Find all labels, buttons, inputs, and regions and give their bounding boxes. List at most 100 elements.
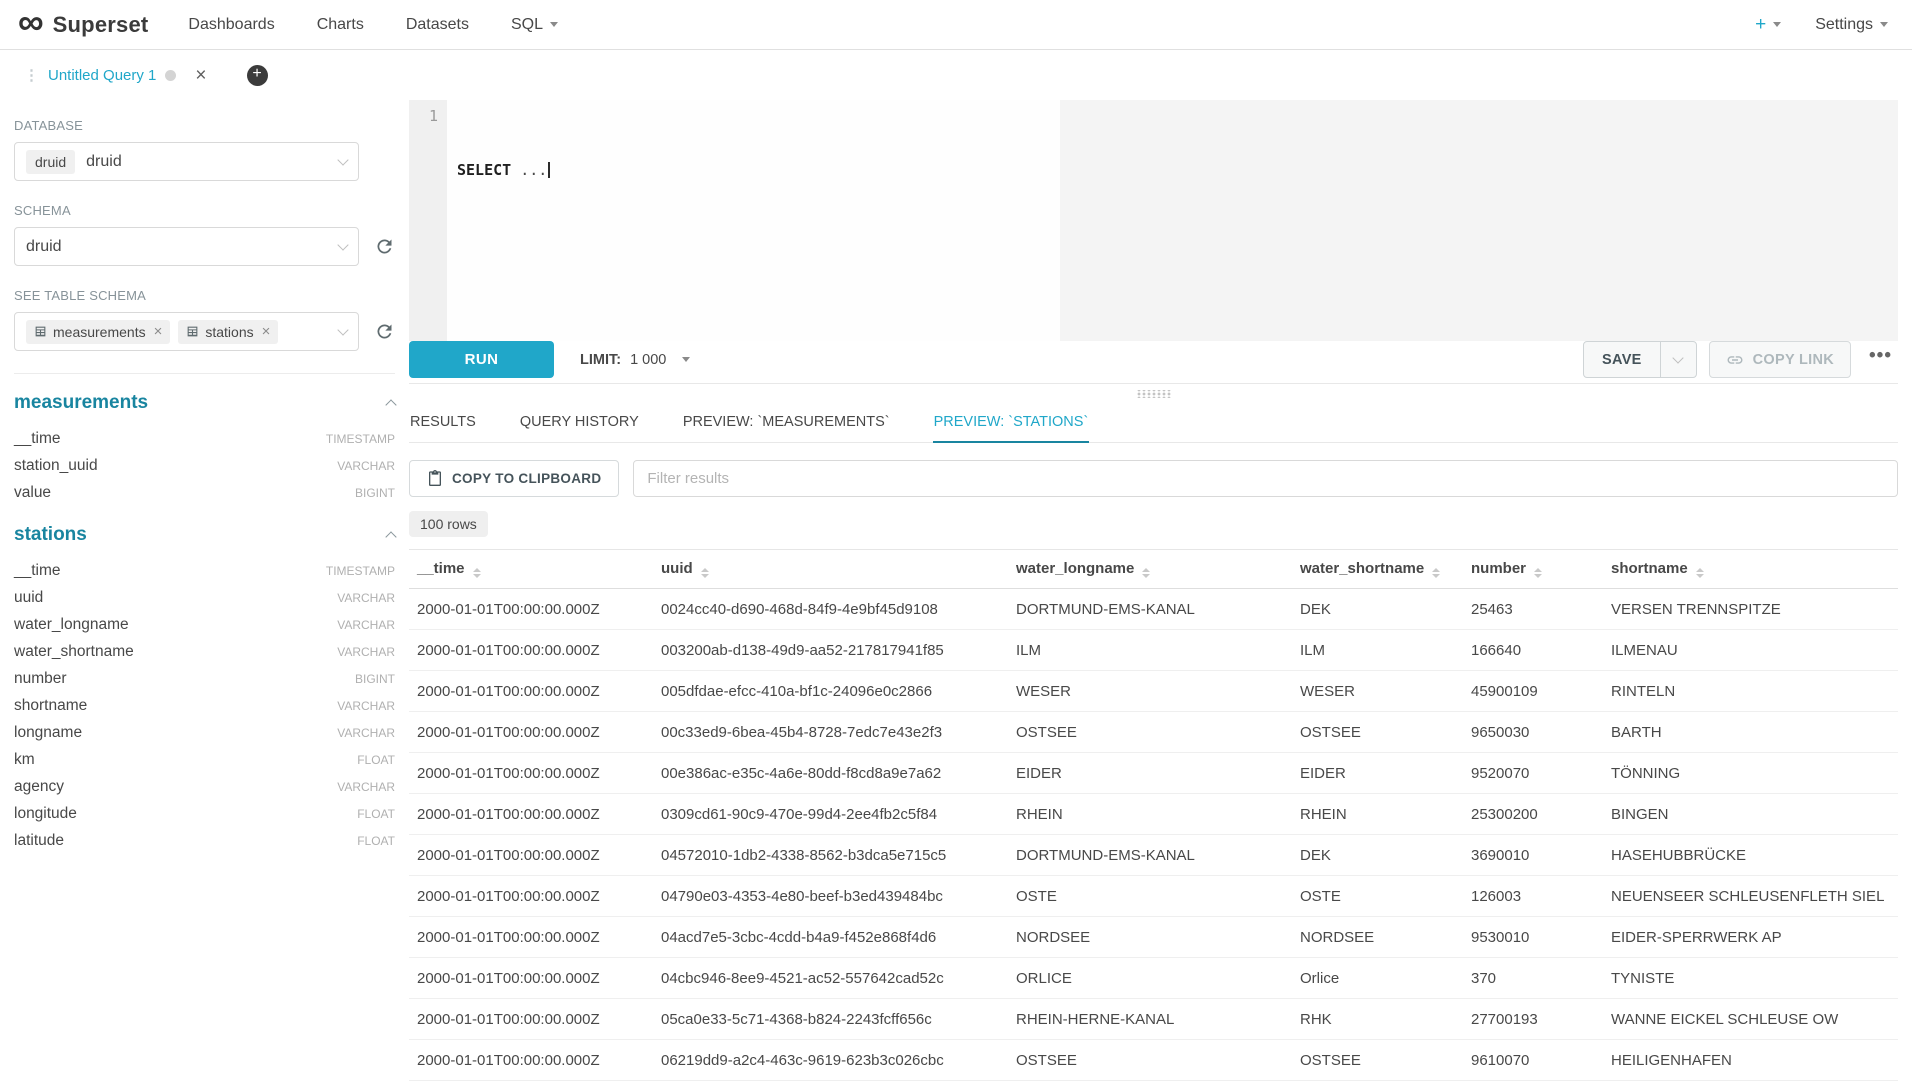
column-name: agency: [14, 778, 64, 796]
superset-brand[interactable]: ∞ Superset: [18, 12, 148, 38]
nav-item-sql[interactable]: SQL: [511, 16, 558, 34]
column-header-number[interactable]: number: [1463, 549, 1603, 589]
sort-icon[interactable]: [701, 568, 709, 579]
table-select-tags: measurements×stations×: [26, 320, 278, 344]
table-select[interactable]: measurements×stations×: [14, 312, 359, 351]
column-name: __time: [14, 430, 61, 448]
copy-link-label: COPY LINK: [1753, 352, 1834, 368]
drag-handle-icon[interactable]: ⋮: [24, 66, 39, 84]
schema-column-row: shortnameVARCHAR: [14, 692, 395, 719]
collapse-chevron-icon[interactable]: [385, 399, 396, 410]
table-schema-stations: stations__timeTIMESTAMPuuidVARCHARwater_…: [14, 524, 409, 854]
collapse-chevron-icon[interactable]: [385, 531, 396, 542]
nav-item-datasets[interactable]: Datasets: [406, 16, 469, 34]
table-cell: OSTE: [1008, 876, 1292, 917]
column-name: uuid: [14, 589, 43, 607]
add-tab-button[interactable]: +: [247, 65, 268, 86]
database-select[interactable]: druid druid: [14, 142, 359, 181]
sql-text: ...: [511, 161, 547, 179]
more-options-button[interactable]: •••: [1863, 345, 1898, 375]
refresh-icon: [374, 236, 395, 257]
nav-item-dashboards[interactable]: Dashboards: [188, 16, 274, 34]
column-header-__time[interactable]: __time: [409, 549, 653, 589]
table-schema-header-stations[interactable]: stations: [14, 524, 395, 546]
caret-down-icon: [1773, 22, 1781, 27]
table-row: 2000-01-01T00:00:00.000Z04acd7e5-3cbc-4c…: [409, 917, 1898, 958]
new-item-button[interactable]: +: [1755, 14, 1781, 36]
refresh-schema-button[interactable]: [371, 234, 397, 260]
schema-select[interactable]: druid: [14, 227, 359, 266]
column-header-label: water_shortname: [1300, 560, 1424, 577]
copy-link-button[interactable]: COPY LINK: [1709, 341, 1851, 378]
sort-icon[interactable]: [1696, 568, 1704, 579]
table-cell: 2000-01-01T00:00:00.000Z: [409, 958, 653, 999]
refresh-tables-button[interactable]: [371, 319, 397, 345]
table-cell: TÖNNING: [1603, 753, 1898, 794]
clipboard-icon: [427, 470, 443, 486]
table-cell: 25463: [1463, 589, 1603, 630]
sort-icon[interactable]: [1534, 568, 1542, 579]
limit-value: 1 000: [630, 352, 666, 368]
nav-item-charts[interactable]: Charts: [317, 16, 364, 34]
table-cell: 2000-01-01T00:00:00.000Z: [409, 671, 653, 712]
result-tab[interactable]: PREVIEW: `STATIONS`: [933, 405, 1090, 443]
column-header-water_shortname[interactable]: water_shortname: [1292, 549, 1463, 589]
schema-column-row: valueBIGINT: [14, 479, 395, 506]
table-tag-label: measurements: [53, 324, 146, 340]
remove-tag-icon[interactable]: ×: [154, 324, 163, 339]
table-cell: HASEHUBBRÜCKE: [1603, 835, 1898, 876]
table-cell: 2000-01-01T00:00:00.000Z: [409, 753, 653, 794]
table-row: 2000-01-01T00:00:00.000Z04572010-1db2-43…: [409, 835, 1898, 876]
pane-splitter[interactable]: [409, 384, 1898, 405]
column-header-label: uuid: [661, 560, 693, 577]
save-button[interactable]: SAVE: [1584, 342, 1660, 377]
table-row: 2000-01-01T00:00:00.000Z05ca0e33-5c71-43…: [409, 999, 1898, 1040]
sql-lab-content: DATABASE druid druid SCHEMA druid SEE TA…: [0, 100, 1912, 1081]
table-cell: OSTSEE: [1008, 1040, 1292, 1081]
query-tab-untitled-query-1[interactable]: ⋮ Untitled Query 1 ×: [14, 58, 217, 93]
column-header-water_longname[interactable]: water_longname: [1008, 549, 1292, 589]
sort-desc-icon: [1142, 574, 1150, 578]
save-dropdown-button[interactable]: [1660, 342, 1696, 377]
column-name: number: [14, 670, 67, 688]
sort-desc-icon: [701, 574, 709, 578]
sort-icon[interactable]: [1142, 568, 1150, 579]
table-cell: 2000-01-01T00:00:00.000Z: [409, 876, 653, 917]
limit-dropdown[interactable]: LIMIT: 1 000: [580, 352, 690, 368]
column-type: TIMESTAMP: [326, 564, 395, 578]
sort-icon[interactable]: [473, 568, 481, 579]
schema-column-row: __timeTIMESTAMP: [14, 425, 395, 452]
result-tab[interactable]: RESULTS: [409, 405, 477, 443]
refresh-icon: [374, 321, 395, 342]
column-header-label: shortname: [1611, 560, 1688, 577]
table-cell: RHEIN-HERNE-KANAL: [1008, 999, 1292, 1040]
table-row: 2000-01-01T00:00:00.000Z06219dd9-a2c4-46…: [409, 1040, 1898, 1081]
column-type: VARCHAR: [337, 780, 395, 794]
run-button[interactable]: RUN: [409, 341, 554, 378]
schema-label: SCHEMA: [14, 203, 409, 218]
table-tag-measurements: measurements ×: [26, 320, 170, 344]
sort-desc-icon: [1432, 574, 1440, 578]
schema-column-row: uuidVARCHAR: [14, 584, 395, 611]
editor-code-area[interactable]: SELECT ...: [447, 100, 1898, 341]
table-schema-header-measurements[interactable]: measurements: [14, 392, 395, 414]
sort-icon[interactable]: [1432, 568, 1440, 579]
remove-tag-icon[interactable]: ×: [262, 324, 271, 339]
result-tab[interactable]: QUERY HISTORY: [519, 405, 640, 443]
column-header-shortname[interactable]: shortname: [1603, 549, 1898, 589]
table-cell: RHEIN: [1292, 794, 1463, 835]
column-name: water_longname: [14, 616, 129, 634]
query-tab-label: Untitled Query 1: [48, 67, 156, 84]
sql-lab-sidebar: DATABASE druid druid SCHEMA druid SEE TA…: [0, 100, 409, 1081]
table-row: 2000-01-01T00:00:00.000Z0309cd61-90c9-47…: [409, 794, 1898, 835]
result-tab[interactable]: PREVIEW: `MEASUREMENTS`: [682, 405, 891, 443]
close-icon[interactable]: ×: [195, 66, 206, 85]
column-header-uuid[interactable]: uuid: [653, 549, 1008, 589]
sql-editor[interactable]: 1 SELECT ...: [409, 100, 1898, 341]
column-type: VARCHAR: [337, 699, 395, 713]
drag-grip-icon: [1136, 390, 1172, 398]
settings-menu[interactable]: Settings: [1815, 16, 1888, 34]
sort-asc-icon: [1534, 568, 1542, 572]
copy-to-clipboard-button[interactable]: COPY TO CLIPBOARD: [409, 460, 619, 497]
filter-results-input[interactable]: [633, 460, 1898, 497]
